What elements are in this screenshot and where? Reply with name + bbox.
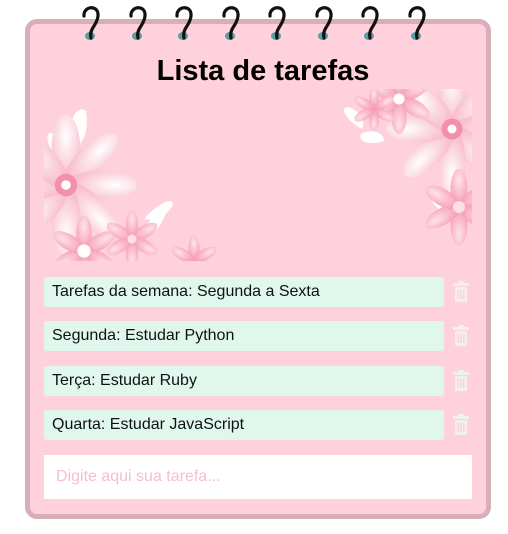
trash-icon[interactable] [453,414,469,436]
trash-icon[interactable] [453,325,469,347]
flower-banner-image [44,89,472,261]
new-task-input[interactable] [44,455,472,499]
trash-icon[interactable] [453,370,469,392]
task-item[interactable]: Terça: Estudar Ruby [44,366,444,396]
trash-icon[interactable] [453,281,469,303]
todo-app: Lista de tarefas Tarefas da semana: Segu… [0,0,508,534]
flower-bottom-small [169,235,219,261]
task-item[interactable]: Segunda: Estudar Python [44,321,444,351]
task-item[interactable]: Quarta: Estudar JavaScript [44,410,444,440]
notebook-card: Lista de tarefas Tarefas da semana: Segu… [25,19,491,519]
task-item[interactable]: Tarefas da semana: Segunda a Sexta [44,277,444,307]
page-title: Lista de tarefas [156,55,370,87]
